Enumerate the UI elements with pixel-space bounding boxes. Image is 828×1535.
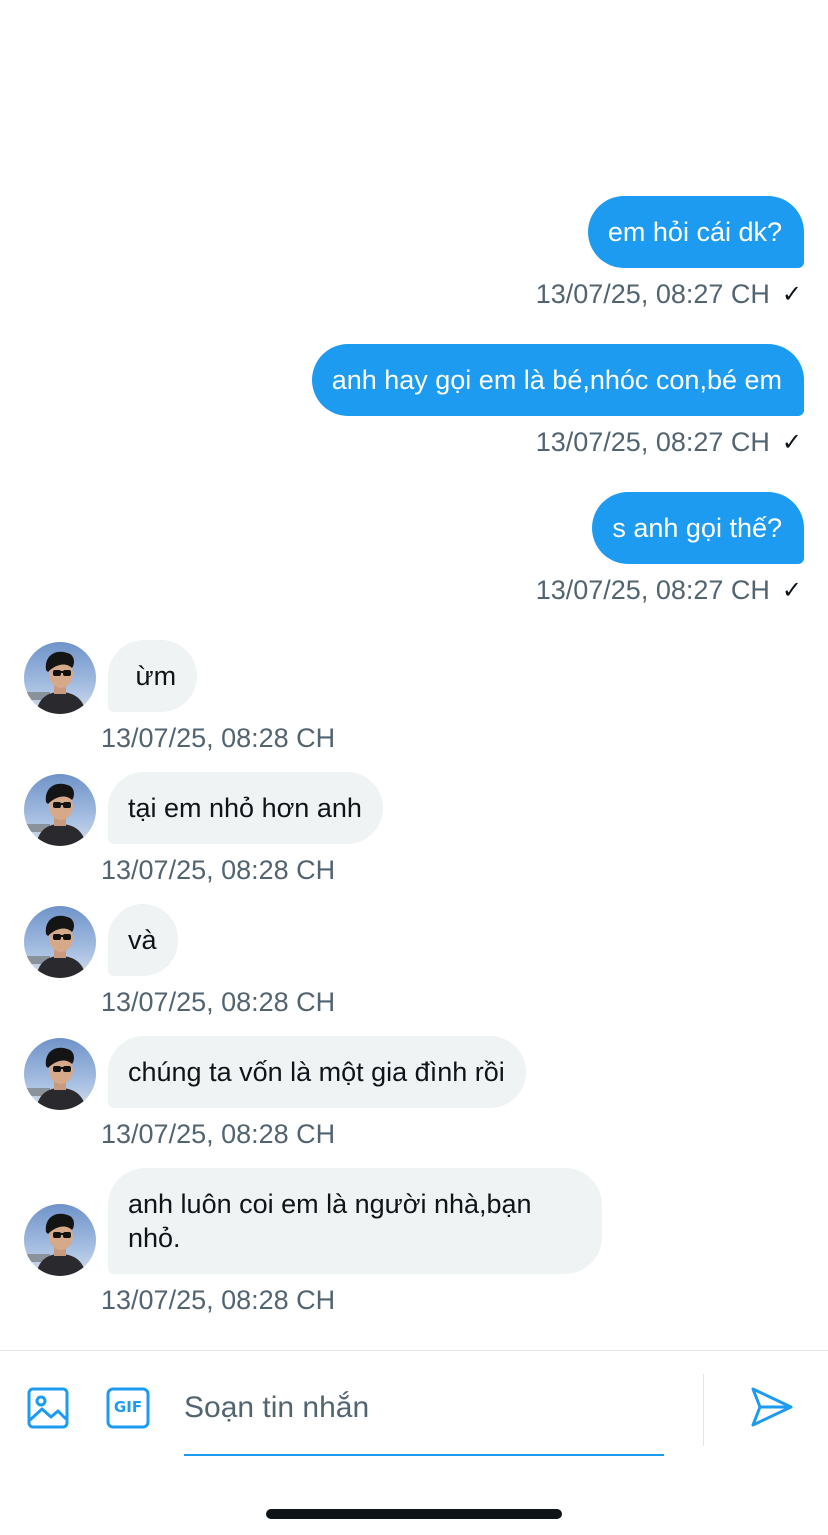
avatar-image <box>24 774 96 846</box>
incoming-message-bubble[interactable]: ừm <box>108 640 198 712</box>
avatar[interactable] <box>24 1204 96 1276</box>
composer-divider <box>703 1374 704 1446</box>
timestamp-text: 13/07/25, 08:27 CH <box>535 575 770 605</box>
send-icon[interactable] <box>750 1386 794 1433</box>
avatar-image <box>24 642 96 714</box>
image-icon[interactable] <box>27 1387 69 1434</box>
message-timestamp: 13/07/25, 08:27 CH ✓ <box>536 575 802 606</box>
message-timestamp: 13/07/25, 08:28 CH <box>101 987 336 1017</box>
incoming-message-bubble[interactable]: anh luôn coi em là người nhà,bạn nhỏ. <box>108 1168 602 1274</box>
message-timestamp: 13/07/25, 08:27 CH ✓ <box>536 279 802 310</box>
outgoing-message-bubble[interactable]: anh hay gọi em là bé,nhóc con,bé em <box>311 344 804 416</box>
avatar[interactable] <box>24 774 96 846</box>
message-timestamp: 13/07/25, 08:27 CH ✓ <box>536 427 802 458</box>
incoming-message-bubble[interactable]: chúng ta vốn là một gia đình rồi <box>108 1036 526 1108</box>
gif-label: GIF <box>113 1398 143 1416</box>
message-timestamp: 13/07/25, 08:28 CH <box>101 1285 336 1315</box>
incoming-message-bubble[interactable]: tại em nhỏ hơn anh <box>108 772 383 844</box>
timestamp-text: 13/07/25, 08:27 CH <box>535 279 770 309</box>
outgoing-message-bubble[interactable]: em hỏi cái dk? <box>587 196 804 268</box>
sent-check-icon: ✓ <box>781 281 802 308</box>
message-input[interactable] <box>184 1386 654 1430</box>
timestamp-text: 13/07/25, 08:27 CH <box>535 427 770 457</box>
avatar[interactable] <box>24 642 96 714</box>
avatar-image <box>24 1204 96 1276</box>
message-timestamp: 13/07/25, 08:28 CH <box>101 1119 336 1149</box>
message-timestamp: 13/07/25, 08:28 CH <box>101 723 336 753</box>
message-input-field[interactable] <box>184 1372 664 1456</box>
avatar-image <box>24 1038 96 1110</box>
avatar[interactable] <box>24 906 96 978</box>
sent-check-icon: ✓ <box>781 577 802 604</box>
outgoing-message-bubble[interactable]: s anh gọi thế? <box>592 492 804 564</box>
gif-icon[interactable]: GIF <box>106 1387 150 1434</box>
avatar-image <box>24 906 96 978</box>
message-timestamp: 13/07/25, 08:28 CH <box>101 855 336 885</box>
sent-check-icon: ✓ <box>781 429 802 456</box>
incoming-message-bubble[interactable]: và <box>108 904 178 976</box>
home-indicator <box>266 1509 562 1519</box>
avatar[interactable] <box>24 1038 96 1110</box>
